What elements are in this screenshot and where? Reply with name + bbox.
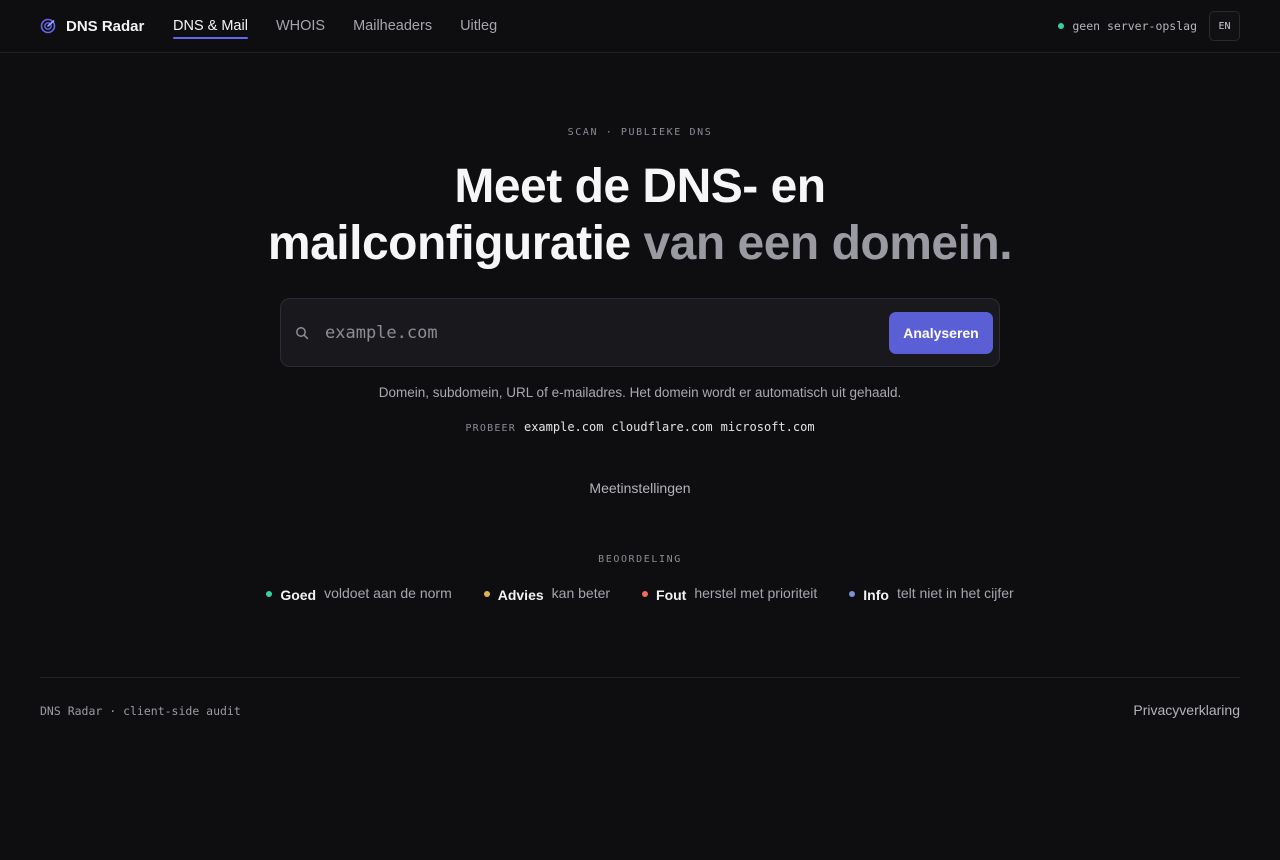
try-label: PROBEER: [465, 423, 516, 434]
headline-line-2-muted: van een domein.: [643, 217, 1013, 270]
footer-credit: DNS Radar · client-side audit: [40, 704, 241, 718]
page-title: Meet de DNS- en mailconfiguratie van een…: [0, 158, 1280, 272]
domain-search-box: Analyseren: [280, 298, 1000, 367]
measurement-settings-toggle[interactable]: Meetinstellingen: [589, 480, 690, 496]
storage-status: geen server-opslag: [1058, 19, 1197, 33]
privacy-link[interactable]: Privacyverklaring: [1133, 702, 1240, 718]
legend-name: Info: [863, 587, 889, 603]
legend-item-fout: Fout herstel met prioriteit: [642, 585, 817, 603]
header-right: geen server-opslag EN: [1058, 0, 1240, 52]
legend-dot-icon: [483, 591, 490, 597]
input-hint: Domein, subdomein, URL of e-mailadres. H…: [378, 385, 902, 400]
domain-input[interactable]: [325, 317, 865, 349]
example-domain-link[interactable]: microsoft.com: [721, 420, 815, 434]
legend-name: Advies: [497, 587, 544, 603]
language-toggle-button[interactable]: EN: [1209, 11, 1240, 41]
nav-item-dns-mail[interactable]: DNS & Mail: [173, 0, 248, 52]
search-icon: [296, 327, 309, 340]
legend-name: Fout: [656, 587, 687, 603]
hero-eyebrow: SCAN · PUBLIEKE DNS: [567, 127, 713, 138]
headline-line-1: Meet de DNS- en: [454, 160, 826, 213]
legend-dot-icon: [642, 591, 649, 597]
headline-line-2-strong: mailconfiguratie: [267, 217, 631, 270]
example-domain-link[interactable]: cloudflare.com: [611, 420, 712, 434]
measurement-settings: Meetinstellingen: [0, 480, 1280, 496]
example-domains: PROBEER example.com cloudflare.com micro…: [0, 420, 1280, 434]
legend-title: BEOORDELING: [598, 554, 682, 565]
radar-logo-icon: [40, 18, 56, 34]
legend-dot-icon: [266, 591, 273, 597]
legend-desc: voldoet aan de norm: [324, 585, 452, 601]
legend-item-advies: Advies kan beter: [483, 585, 611, 603]
legend-desc: kan beter: [551, 585, 611, 601]
brand[interactable]: DNS Radar: [40, 0, 144, 52]
example-domain-link[interactable]: example.com: [524, 420, 603, 434]
legend-name: Goed: [280, 587, 317, 603]
nav-item-uitleg[interactable]: Uitleg: [460, 0, 497, 52]
main-nav: DNS & Mail WHOIS Mailheaders Uitleg: [173, 0, 497, 52]
brand-name: DNS Radar: [66, 17, 145, 35]
legend-item-goed: Goed voldoet aan de norm: [266, 585, 452, 603]
top-bar: DNS Radar DNS & Mail WHOIS Mailheaders U…: [0, 0, 1280, 53]
nav-item-mailheaders[interactable]: Mailheaders: [353, 0, 432, 52]
legend-desc: telt niet in het cijfer: [896, 585, 1014, 601]
status-dot-icon: [1058, 23, 1065, 29]
analyze-button[interactable]: Analyseren: [889, 312, 993, 354]
legend-dot-icon: [849, 591, 856, 597]
nav-item-whois[interactable]: WHOIS: [276, 0, 325, 52]
legend-desc: herstel met prioriteit: [694, 585, 818, 601]
status-text: geen server-opslag: [1072, 19, 1197, 33]
rating-legend: Goed voldoet aan de norm Advies kan bete…: [0, 585, 1280, 603]
footer-divider: [40, 677, 1240, 678]
legend-item-info: Info telt niet in het cijfer: [849, 585, 1014, 603]
